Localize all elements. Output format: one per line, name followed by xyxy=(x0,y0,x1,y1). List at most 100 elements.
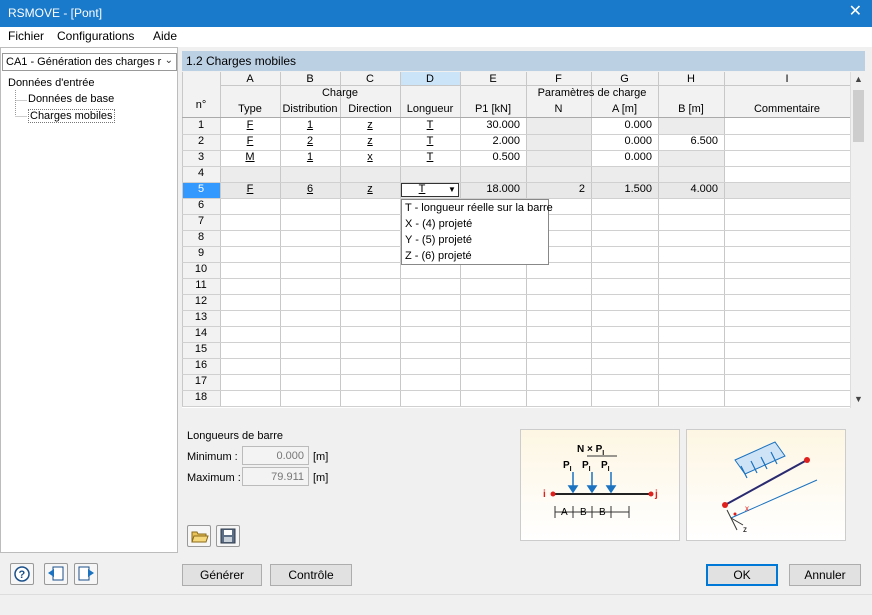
row-number: 3 xyxy=(197,151,205,163)
table-cell[interactable]: x xyxy=(340,150,400,165)
col-header-1: Type xyxy=(238,103,262,115)
maximum-label: Maximum : xyxy=(187,472,241,484)
scroll-down-icon[interactable]: ▼ xyxy=(854,394,863,404)
col-letter-h: H xyxy=(687,73,695,85)
table-cell[interactable]: z xyxy=(340,118,400,133)
row-number: 8 xyxy=(197,231,205,243)
title-bar: RSMOVE - [Pont] ✕ xyxy=(0,0,872,27)
table-cell[interactable]: T xyxy=(400,150,460,165)
row-number: 9 xyxy=(197,247,205,259)
table-cell[interactable]: T xyxy=(400,134,460,149)
open-folder-button[interactable] xyxy=(187,525,211,547)
row-number: 6 xyxy=(197,199,205,211)
table-cell[interactable]: 2.000 xyxy=(460,134,520,149)
inclined-diagram-graphic xyxy=(687,430,845,540)
col-header-3: Direction xyxy=(348,103,392,115)
table-cell[interactable]: M xyxy=(220,150,280,165)
row-number: 7 xyxy=(197,215,205,227)
row-number: 2 xyxy=(197,135,205,147)
row-number: 16 xyxy=(194,359,208,371)
save-button[interactable] xyxy=(216,525,240,547)
col-header-2: Distribution xyxy=(282,103,338,115)
table-cell[interactable]: F xyxy=(220,118,280,133)
dropdown-option-z[interactable]: Z - (6) projeté xyxy=(402,248,548,264)
export-button[interactable] xyxy=(74,563,98,585)
minimum-unit: [m] xyxy=(313,451,329,463)
row-number: 5 xyxy=(197,183,205,195)
open-folder-icon xyxy=(191,531,209,543)
table-cell[interactable]: 0.000 xyxy=(591,134,652,149)
col-header-4: Longueur xyxy=(406,103,454,115)
scroll-up-icon[interactable]: ▲ xyxy=(854,74,863,84)
node-i-label: i xyxy=(543,489,546,500)
table-cell[interactable]: 0.000 xyxy=(591,150,652,165)
load-case-select[interactable]: CA1 - Génération des charges r ⌄ xyxy=(2,53,177,71)
ok-button[interactable]: OK xyxy=(706,564,778,586)
table-cell[interactable]: F xyxy=(220,134,280,149)
import-button[interactable] xyxy=(44,563,68,585)
table-cell[interactable]: 1 xyxy=(280,118,340,133)
table-cell[interactable]: 4.000 xyxy=(658,182,718,197)
dim-b-label-2: B xyxy=(599,507,606,518)
row-number: 12 xyxy=(194,295,208,307)
table-cell[interactable]: F xyxy=(220,182,280,197)
import-icon xyxy=(48,566,64,581)
grid-scrollbar[interactable]: ▲ ▼ xyxy=(850,72,865,408)
dropdown-arrow-icon[interactable]: ▼ xyxy=(448,182,456,197)
p-label-3: PI xyxy=(601,460,610,473)
table-cell[interactable]: 1.500 xyxy=(591,182,652,197)
table-cell[interactable]: 2 xyxy=(526,182,585,197)
export-icon xyxy=(78,566,94,581)
row-number: 17 xyxy=(194,375,208,387)
menu-aide[interactable]: Aide xyxy=(153,29,177,43)
table-cell[interactable]: 2 xyxy=(280,134,340,149)
longueur-dropdown-cell[interactable]: T xyxy=(400,182,444,197)
close-icon[interactable]: ✕ xyxy=(849,3,862,21)
table-cell[interactable]: 18.000 xyxy=(460,182,520,197)
svg-text:?: ? xyxy=(19,569,26,581)
maximum-field: 79.911 xyxy=(242,467,309,486)
dim-a-label: A xyxy=(561,507,568,518)
axis-z-label: z xyxy=(743,525,747,534)
chevron-down-icon: ⌄ xyxy=(164,55,173,66)
row-number: 14 xyxy=(194,327,208,339)
dropdown-option-t[interactable]: T - longueur réelle sur la barre xyxy=(402,200,553,216)
check-button[interactable]: Contrôle xyxy=(270,564,352,586)
menu-fichier[interactable]: Fichier xyxy=(8,29,44,43)
p-label-2: PI xyxy=(582,460,591,473)
table-cell[interactable]: 30.000 xyxy=(460,118,520,133)
col-letter-a: A xyxy=(246,73,254,85)
menu-configurations[interactable]: Configurations xyxy=(57,29,134,43)
col-letter-i: I xyxy=(785,73,789,85)
cancel-button[interactable]: Annuler xyxy=(789,564,861,586)
dropdown-option-y[interactable]: Y - (5) projeté xyxy=(402,232,548,248)
table-cell[interactable]: 6.500 xyxy=(658,134,718,149)
menu-bar: Fichier Configurations Aide xyxy=(0,27,872,47)
dropdown-option-x[interactable]: X - (4) projeté xyxy=(402,216,548,232)
table-cell[interactable]: 1 xyxy=(280,150,340,165)
load-diagram-inclined: x z xyxy=(686,429,846,541)
tree-item-charges-mobiles[interactable]: Charges mobiles xyxy=(28,109,115,123)
col-header-6: N xyxy=(554,103,563,115)
longueur-dropdown-list: T - longueur réelle sur la barre X - (4)… xyxy=(401,199,553,265)
scroll-thumb[interactable] xyxy=(853,90,864,142)
axis-x-label: x xyxy=(745,504,749,513)
row-number: 18 xyxy=(194,391,208,403)
table-cell[interactable]: 0.500 xyxy=(460,150,520,165)
page-title: 1.2 Charges mobiles xyxy=(182,51,865,71)
tree-root[interactable]: Données d'entrée xyxy=(8,77,95,89)
table-cell[interactable]: z xyxy=(340,182,400,197)
col-header-5: P1 [kN] xyxy=(474,103,512,115)
tree-item-donnees-de-base[interactable]: Données de base xyxy=(28,93,114,105)
table-cell[interactable]: T xyxy=(400,118,460,133)
minimum-label: Minimum : xyxy=(187,451,238,463)
help-button[interactable]: ? xyxy=(10,563,34,585)
table-cell[interactable]: z xyxy=(340,134,400,149)
generate-button[interactable]: Générer xyxy=(182,564,262,586)
table-cell[interactable]: 0.000 xyxy=(591,118,652,133)
status-bar xyxy=(0,594,872,615)
row-number: 1 xyxy=(197,119,205,131)
table-cell[interactable]: 6 xyxy=(280,182,340,197)
col-header-9: Commentaire xyxy=(753,103,821,115)
load-diagram-longitudinal: N × PI PI PI PI i j A B B xyxy=(520,429,680,541)
